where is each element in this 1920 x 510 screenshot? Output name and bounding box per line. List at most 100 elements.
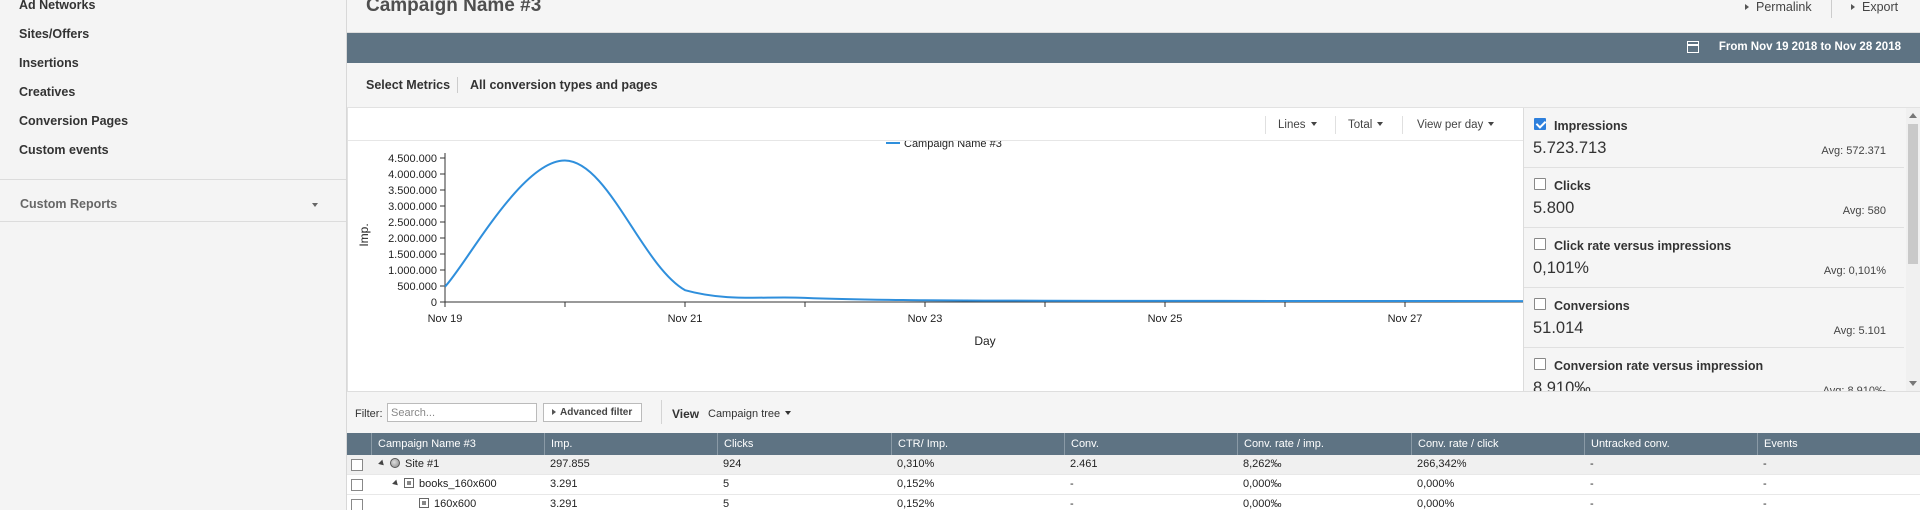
metrics-bar: Select Metrics All conversion types and … <box>347 63 1920 108</box>
metric-item[interactable]: Conversion rate versus impression 8,910‰ A… <box>1524 348 1904 391</box>
select-metrics-button[interactable]: Select Metrics <box>366 78 450 92</box>
collapse-arrow-icon[interactable] <box>378 459 386 468</box>
metrics-panel: Conversion rate versus impression 8,910‰ A… <box>1523 108 1920 391</box>
advanced-filter-label: Advanced filter <box>560 407 633 418</box>
chevron-down-icon[interactable] <box>312 203 318 207</box>
total-dropdown[interactable]: Total <box>1348 119 1384 131</box>
site-icon <box>390 458 400 468</box>
metric-value: 8,910‰ <box>1533 379 1591 391</box>
date-range-text[interactable]: From Nov 19 2018 to Nov 28 2018 <box>1719 41 1901 53</box>
y-tick-label: 500.000 <box>397 281 437 293</box>
view-per-day-label: View per day <box>1417 119 1484 131</box>
page-title: Campaign Name #3 <box>366 0 542 16</box>
sidebar-divider <box>0 221 346 222</box>
legend-label: Campaign Name #3 <box>904 141 1002 150</box>
table-cell: - <box>1590 478 1594 490</box>
metric-label: Impressions <box>1554 119 1628 133</box>
sidebar-section-custom-reports[interactable]: Custom Reports <box>20 197 117 211</box>
table-cell: 5 <box>723 478 730 490</box>
lines-dropdown[interactable]: Lines <box>1278 119 1317 131</box>
metric-average: Avg: 5.101 <box>1833 325 1886 337</box>
table-cell: 5 <box>723 498 730 510</box>
arrow-right-icon <box>1745 4 1749 10</box>
y-tick-label: 4.000.000 <box>388 169 437 181</box>
table-row[interactable]: books_160x600 3.291 5 0,152% - 0,000‰ 0,… <box>347 475 1920 495</box>
column-header[interactable]: Conv. <box>1064 433 1237 455</box>
view-select[interactable]: Campaign tree <box>708 408 792 420</box>
page-header: Campaign Name #3 Permalink Export <box>347 0 1920 33</box>
advanced-filter-button[interactable]: Advanced filter <box>543 403 642 422</box>
sidebar-item-ad-networks[interactable]: Ad Networks <box>19 0 95 12</box>
filter-bar: Filter: Advanced filter View Campaign tr… <box>347 391 1920 433</box>
table-cell: 924 <box>723 458 742 470</box>
sidebar-item-insertions[interactable]: Insertions <box>19 56 79 70</box>
table-row[interactable]: 160x600 3.291 5 0,152% - 0,000‰ 0,000% -… <box>347 495 1920 510</box>
sidebar-item-sites-offers[interactable]: Sites/Offers <box>19 27 89 41</box>
metric-checkbox[interactable] <box>1534 238 1546 250</box>
permalink-label: Permalink <box>1756 0 1812 14</box>
column-header[interactable]: Conv. rate / imp. <box>1237 433 1411 455</box>
metrics-scrollbar[interactable] <box>1906 108 1920 391</box>
table-row[interactable]: Site #1 297.855 924 0,310% 2.461 8,262‰ … <box>347 455 1920 475</box>
table-header: Campaign Name #3 Imp. Clicks CTR/ Imp. C… <box>347 433 1920 455</box>
table-cell: 0,152% <box>897 478 935 490</box>
metric-item[interactable]: Conversions 51.014 Avg: 5.101 <box>1524 288 1904 348</box>
row-name: Site #1 <box>405 458 440 470</box>
table-cell: 0,000‰ <box>1243 478 1282 490</box>
table-cell: 8,262‰ <box>1243 458 1282 470</box>
insertion-icon <box>404 478 414 488</box>
impressions-line-chart: 0 500.000 1.000.000 1.500.000 2.000.000 2.500… <box>357 141 1524 348</box>
metric-item[interactable]: Impressions 5.723.713 Avg: 572.371 <box>1524 108 1904 168</box>
column-header[interactable]: Imp. <box>544 433 717 455</box>
view-per-day-dropdown[interactable]: View per day <box>1417 119 1495 131</box>
row-checkbox[interactable] <box>351 479 363 491</box>
metric-checkbox[interactable] <box>1534 298 1546 310</box>
sidebar-item-conversion-pages[interactable]: Conversion Pages <box>19 114 128 128</box>
metric-average: Avg: 0,101% <box>1823 265 1886 277</box>
y-tick-label: 4.500.000 <box>388 153 437 165</box>
y-tick-label: 2.500.000 <box>388 217 437 229</box>
scrollbar-thumb[interactable] <box>1908 124 1918 264</box>
scroll-up-icon[interactable] <box>1909 113 1917 118</box>
view-label: View <box>672 407 700 421</box>
metric-item[interactable]: Clicks 5.800 Avg: 580 <box>1524 168 1904 228</box>
collapse-arrow-icon[interactable] <box>392 479 400 488</box>
metric-value: 51.014 <box>1533 319 1584 337</box>
metric-checkbox[interactable] <box>1534 118 1546 130</box>
table-cell: - <box>1763 498 1767 510</box>
metric-item[interactable]: Click rate versus impressions 0,101% Avg: … <box>1524 228 1904 288</box>
conversion-filter-button[interactable]: All conversion types and pages <box>470 78 658 92</box>
column-header[interactable]: Campaign Name #3 <box>371 433 544 455</box>
row-checkbox[interactable] <box>351 499 363 510</box>
table-cell: 3.291 <box>550 478 578 490</box>
metric-checkbox[interactable] <box>1534 358 1546 370</box>
column-header[interactable]: Events <box>1757 433 1920 455</box>
column-header[interactable]: Untracked conv. <box>1584 433 1757 455</box>
permalink-link[interactable]: Permalink <box>1745 0 1812 14</box>
column-header[interactable]: Clicks <box>717 433 891 455</box>
arrow-right-icon <box>1851 4 1855 10</box>
column-header[interactable]: CTR/ Imp. <box>891 433 1064 455</box>
export-link[interactable]: Export <box>1851 0 1898 14</box>
sidebar-item-creatives[interactable]: Creatives <box>19 85 75 99</box>
table-cell: - <box>1590 458 1594 470</box>
table-cell: 2.461 <box>1070 458 1098 470</box>
chevron-down-icon <box>1488 122 1495 126</box>
arrow-right-icon <box>552 409 556 415</box>
header-divider <box>1831 0 1832 18</box>
creative-icon <box>419 498 429 508</box>
y-tick-label: 1.500.000 <box>388 249 437 261</box>
column-header[interactable]: Conv. rate / click <box>1411 433 1584 455</box>
date-range-bar[interactable]: From Nov 19 2018 to Nov 28 2018 <box>347 33 1920 63</box>
search-input[interactable] <box>387 403 537 422</box>
impressions-series-line <box>444 159 1524 303</box>
sidebar-item-custom-events[interactable]: Custom events <box>19 143 109 157</box>
filter-label: Filter: <box>355 408 383 420</box>
metric-checkbox[interactable] <box>1534 178 1546 190</box>
row-checkbox[interactable] <box>351 459 363 471</box>
scroll-down-icon[interactable] <box>1909 381 1917 386</box>
table-cell: 0,152% <box>897 498 935 510</box>
y-tick-label: 1.000.000 <box>388 265 437 277</box>
y-tick-label: 3.000.000 <box>388 201 437 213</box>
y-tick-label: 2.000.000 <box>388 233 437 245</box>
